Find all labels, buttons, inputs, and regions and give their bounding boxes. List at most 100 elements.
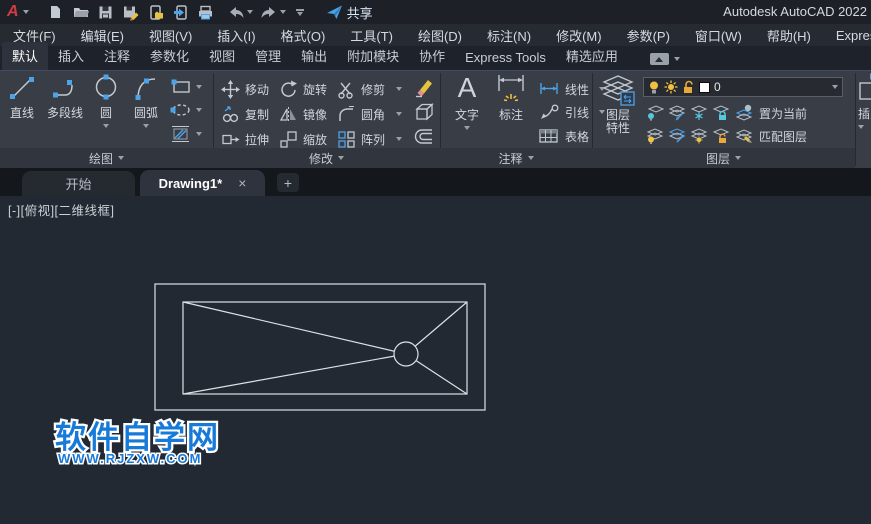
text-dropdown-icon[interactable]	[464, 126, 470, 130]
layer-properties-button[interactable]: 图层 特性	[597, 73, 639, 135]
ribbon-tab-collaborate[interactable]: 协作	[409, 42, 455, 70]
erase-tool-button[interactable]	[413, 77, 435, 97]
trim-tool-button[interactable]: 修剪	[337, 79, 402, 99]
copy-tool-button[interactable]: 复制	[221, 104, 269, 124]
layer-match-move-button[interactable]	[668, 127, 686, 144]
layer-lock-button[interactable]	[712, 104, 730, 121]
fillet-tool-button[interactable]: 圆角	[337, 104, 402, 124]
hatch-tool-button[interactable]	[170, 125, 202, 143]
array-dropdown-icon	[396, 137, 402, 141]
customize-qat-button[interactable]	[296, 9, 304, 16]
move-tool-button[interactable]: 移动	[221, 79, 269, 99]
layer-off-button[interactable]	[646, 127, 664, 144]
cad-drawing[interactable]	[155, 284, 485, 410]
undo-button[interactable]	[225, 1, 247, 23]
circle-tool-button[interactable]: 圆	[86, 74, 126, 128]
text-tool-button[interactable]: A 文字	[447, 72, 487, 130]
mirror-label: 镜像	[303, 106, 327, 123]
rectangle-tool-button[interactable]	[170, 78, 202, 95]
ribbon-tab-home[interactable]: 默认	[2, 42, 48, 70]
save-as-button[interactable]	[120, 1, 142, 23]
new-file-button[interactable]	[45, 1, 67, 23]
match-layer-button[interactable]: 匹配图层	[735, 126, 807, 146]
redo-button[interactable]	[258, 1, 280, 23]
tab-drawing1[interactable]: Drawing1* ×	[140, 170, 265, 196]
tab-close-icon[interactable]: ×	[238, 175, 246, 191]
linear-label: 线性	[565, 81, 589, 98]
dimension-tool-button[interactable]: 标注	[488, 72, 534, 123]
stretch-tool-button[interactable]: 拉伸	[221, 129, 269, 149]
redo-dropdown-icon[interactable]	[280, 10, 286, 14]
ribbon-tab-view[interactable]: 视图	[199, 42, 245, 70]
linear-dimension-button[interactable]: 线性	[538, 79, 605, 99]
match-layer-label: 匹配图层	[759, 128, 807, 145]
menu-express[interactable]: Express	[836, 28, 871, 43]
ellipse-tool-button[interactable]	[170, 102, 202, 118]
tab-start[interactable]: 开始	[22, 171, 135, 196]
leader-button[interactable]: 引线	[538, 102, 605, 122]
menu-dimension[interactable]: 标注(N)	[487, 26, 531, 45]
open-from-web-mobile-button[interactable]	[170, 1, 192, 23]
watermark-title: 软件自学网	[55, 420, 220, 455]
insert-block-icon	[858, 73, 871, 103]
ribbon-tab-output[interactable]: 输出	[291, 42, 337, 70]
save-to-web-mobile-button[interactable]	[145, 1, 167, 23]
ribbon-tab-express-tools[interactable]: Express Tools	[455, 46, 556, 70]
array-tool-button[interactable]: 阵列	[337, 129, 402, 149]
ribbon-minimize-button[interactable]	[650, 53, 680, 65]
save-button[interactable]	[95, 1, 117, 23]
ribbon-minimize-dropdown-icon	[674, 57, 680, 61]
explode-tool-button[interactable]	[413, 102, 435, 122]
undo-dropdown-icon[interactable]	[247, 10, 253, 14]
scale-tool-button[interactable]: 缩放	[279, 129, 327, 149]
ribbon-tab-insert[interactable]: 插入	[48, 42, 94, 70]
layer-dropdown[interactable]: 0	[643, 77, 843, 97]
draw-panel-expand-icon	[118, 156, 124, 160]
layers-panel-label[interactable]: 图层	[592, 148, 855, 168]
scale-icon	[279, 130, 298, 149]
menu-parametric[interactable]: 参数(P)	[627, 26, 670, 45]
plot-button[interactable]	[195, 1, 217, 23]
menu-window[interactable]: 窗口(W)	[695, 26, 742, 45]
layer-freeze-button[interactable]	[690, 104, 708, 121]
insert-dropdown-icon[interactable]	[858, 125, 864, 129]
menu-help[interactable]: 帮助(H)	[767, 26, 811, 45]
rotate-tool-button[interactable]: 旋转	[279, 79, 327, 99]
ribbon-tab-annotate[interactable]: 注释	[94, 42, 140, 70]
open-button[interactable]	[70, 1, 92, 23]
line-icon	[8, 74, 36, 102]
ribbon-tab-parametric[interactable]: 参数化	[140, 42, 199, 70]
layer-isolate-icon	[646, 104, 664, 121]
circle-icon	[92, 74, 120, 102]
mirror-tool-button[interactable]: 镜像	[279, 104, 327, 124]
match-layer-icon	[735, 127, 754, 145]
layer-unlock-mini-icon	[712, 127, 730, 144]
drawing-canvas[interactable]: [-][俯视][二维线框] 软件自学网 WWW.RJZXW.COM	[0, 196, 871, 524]
app-menu-dropdown-icon[interactable]	[23, 10, 29, 14]
table-button[interactable]: 表格	[538, 126, 589, 146]
offset-tool-button[interactable]	[413, 127, 435, 147]
draw-panel-label[interactable]: 绘图	[0, 148, 213, 168]
annotation-panel-label[interactable]: 注释	[440, 148, 592, 168]
ribbon-tab-featured-apps[interactable]: 精选应用	[556, 42, 628, 70]
layer-edit-button[interactable]	[668, 104, 686, 121]
arc-tool-button[interactable]: 圆弧	[126, 74, 166, 128]
insert-block-button[interactable]: 插入	[858, 73, 871, 129]
modify-panel-label[interactable]: 修改	[213, 148, 440, 168]
layer-arrow-icon	[668, 127, 686, 144]
autocad-logo-icon[interactable]: A	[7, 0, 19, 24]
ribbon-tab-manage[interactable]: 管理	[245, 42, 291, 70]
ribbon-tab-addins[interactable]: 附加模块	[337, 42, 409, 70]
explode-box-icon	[413, 101, 435, 123]
layer-isolate-button[interactable]	[646, 104, 664, 121]
make-current-button[interactable]: 置为当前	[735, 103, 807, 123]
layer-thaw-all-button[interactable]	[690, 127, 708, 144]
line-tool-button[interactable]: 直线	[1, 74, 43, 121]
new-drawing-tab-button[interactable]: +	[277, 173, 299, 192]
arc-dropdown-icon[interactable]	[143, 124, 149, 128]
polyline-tool-button[interactable]: 多段线	[43, 74, 87, 121]
layer-unlock-button[interactable]	[712, 127, 730, 144]
dimension-label: 标注	[499, 106, 523, 123]
circle-dropdown-icon[interactable]	[103, 124, 109, 128]
share-button[interactable]: 共享	[314, 3, 373, 22]
